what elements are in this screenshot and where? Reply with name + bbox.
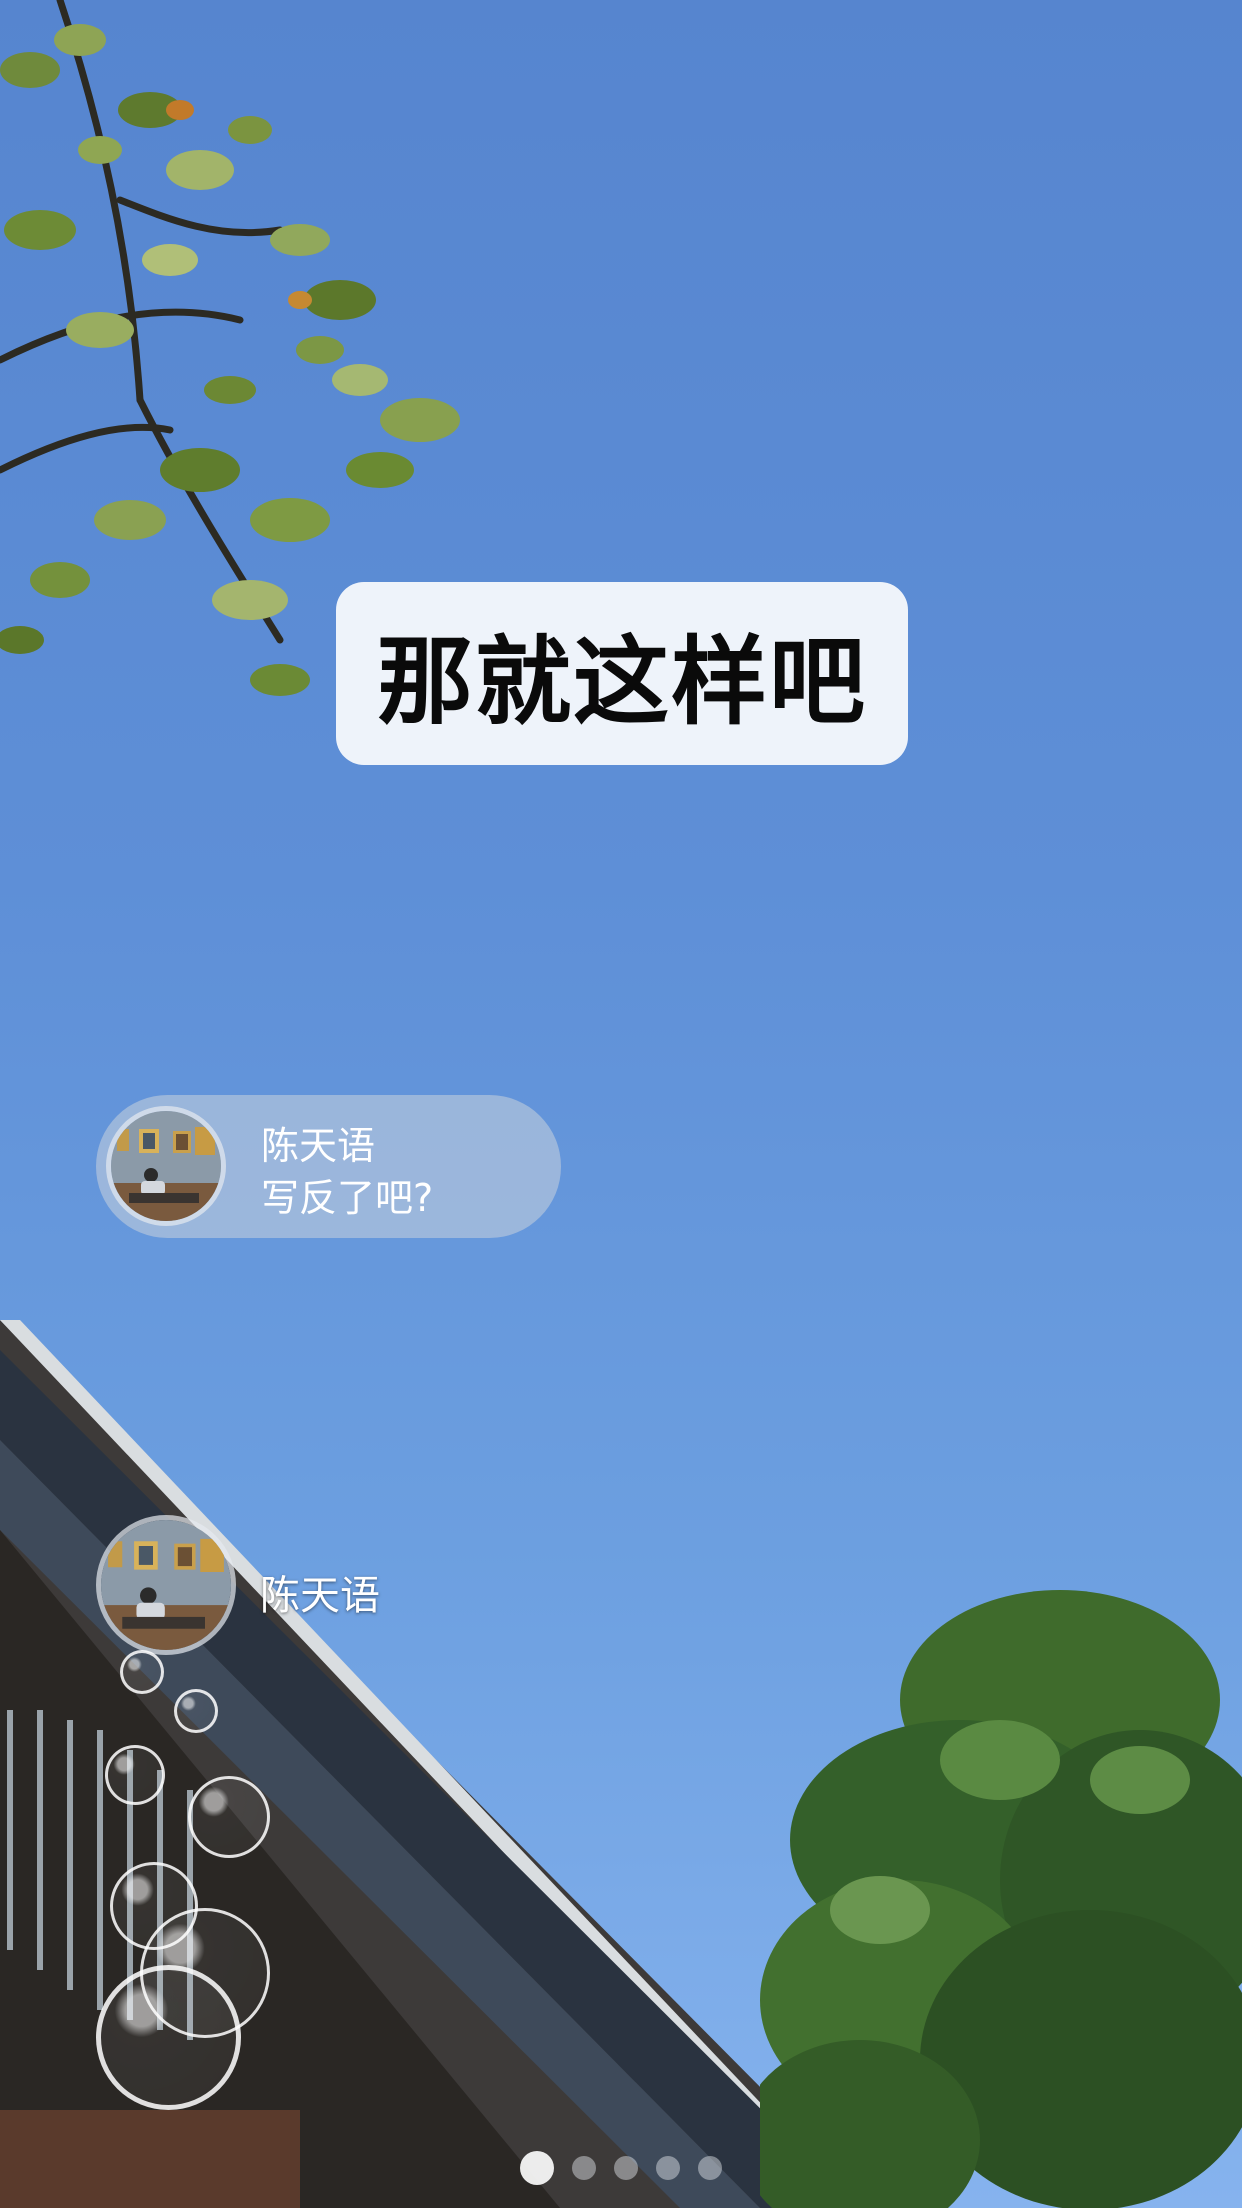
live-user-name: 陈天语 bbox=[260, 1573, 380, 1619]
avatar[interactable] bbox=[106, 1106, 226, 1226]
page-dot[interactable] bbox=[572, 2156, 596, 2180]
comment-pill[interactable]: 陈天语 写反了吧? bbox=[96, 1095, 561, 1238]
page-dot[interactable] bbox=[656, 2156, 680, 2180]
caption-text: 那就这样吧 bbox=[377, 626, 867, 738]
bubble-icon bbox=[96, 1965, 241, 2110]
tree-foliage-bottom-right bbox=[760, 1590, 1242, 2208]
live-user-badge[interactable]: 陈天语 bbox=[96, 1515, 496, 1655]
page-dot[interactable] bbox=[614, 2156, 638, 2180]
avatar[interactable] bbox=[96, 1515, 236, 1655]
comment-user-name: 陈天语 bbox=[261, 1124, 376, 1168]
bubble-icon bbox=[188, 1776, 270, 1858]
page-dot[interactable] bbox=[520, 2151, 554, 2185]
comment-message: 写反了吧? bbox=[261, 1176, 434, 1220]
page-dot[interactable] bbox=[698, 2156, 722, 2180]
live-stream-view: 那就这样吧 陈天语 写反了吧? 陈天语 bbox=[0, 0, 1242, 2208]
bubble-icon bbox=[174, 1689, 218, 1733]
caption-bubble: 那就这样吧 bbox=[336, 582, 908, 765]
bubble-icon bbox=[120, 1650, 164, 1694]
bubble-icon bbox=[105, 1745, 165, 1805]
page-indicator[interactable] bbox=[520, 2150, 722, 2186]
